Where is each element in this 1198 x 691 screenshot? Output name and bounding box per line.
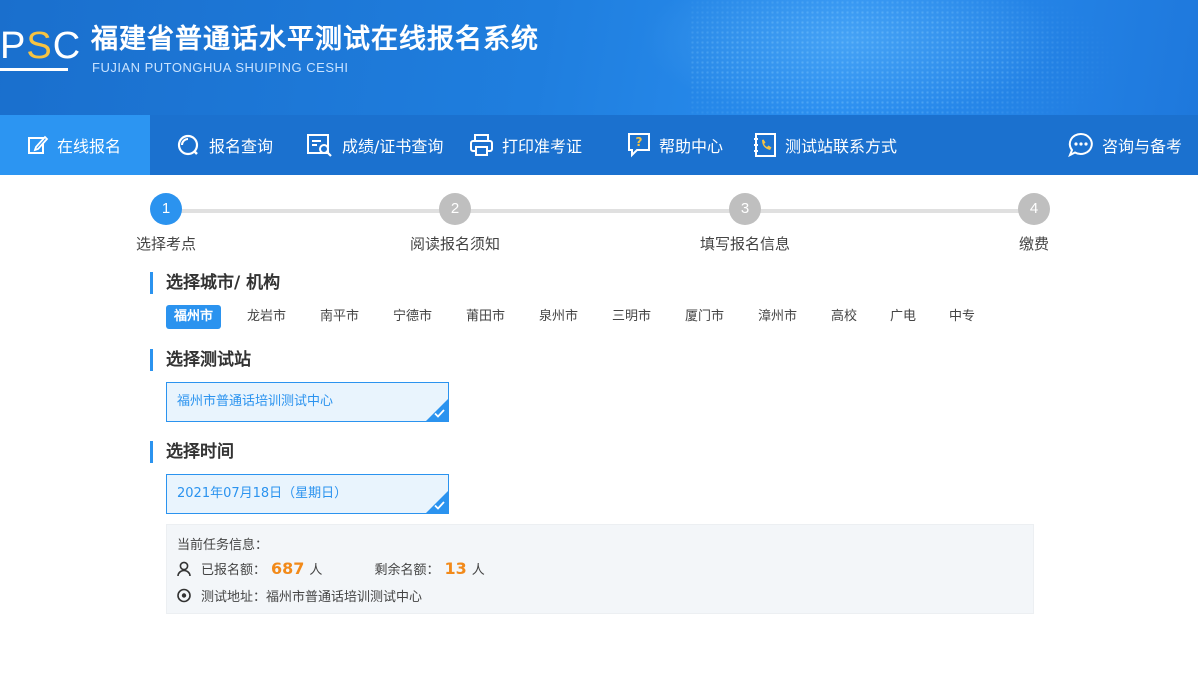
time-option-label: 2021年07月18日（星期日） (177, 486, 348, 501)
phone-book-icon (754, 133, 776, 157)
city-option-xiamen[interactable]: 厦门市 (685, 305, 724, 329)
section-title-station: 选择测试站 (150, 349, 251, 371)
nav-label: 帮助中心 (659, 137, 724, 156)
checkmark-icon (434, 501, 445, 510)
city-option-ningde[interactable]: 宁德市 (393, 305, 432, 329)
nav-label: 成绩/证书查询 (342, 137, 444, 156)
edit-icon (28, 135, 49, 154)
psc-logo[interactable]: PSC (0, 26, 80, 76)
address-label: 测试地址： (201, 590, 267, 605)
city-option-sanming[interactable]: 三明市 (612, 305, 651, 329)
nav-label: 咨询与备考 (1102, 137, 1183, 156)
nav-item-help-center[interactable]: ? 帮助中心 (627, 115, 723, 175)
world-map-dots (690, 0, 1198, 115)
site-subtitle: FUJIAN PUTONGHUA SHUIPING CESHI (92, 60, 349, 75)
section-title-time: 选择时间 (150, 441, 234, 463)
logo-underline (0, 68, 68, 71)
step-2-label: 阅读报名须知 (409, 235, 501, 253)
city-option-longyan[interactable]: 龙岩市 (247, 305, 286, 329)
user-icon (177, 561, 191, 576)
time-option-selected[interactable]: 2021年07月18日（星期日） (166, 474, 449, 514)
step-2-indicator: 2 (439, 193, 471, 225)
city-option-guangdian[interactable]: 广电 (890, 305, 916, 329)
task-info-quota-row: 已报名额： 687 人 剩余名额： 13 人 (177, 559, 485, 578)
registered-count: 687 (271, 559, 305, 578)
city-option-fuzhou[interactable]: 福州市 (166, 305, 222, 329)
chat-icon (1068, 132, 1093, 158)
city-option-nanping[interactable]: 南平市 (320, 305, 359, 329)
location-pin-icon (177, 588, 191, 602)
city-option-zhangzhou[interactable]: 漳州市 (758, 305, 797, 329)
nav-item-print-ticket[interactable]: 打印准考证 (469, 115, 582, 175)
site-header: PSC 福建省普通话水平测试在线报名系统 FUJIAN PUTONGHUA SH… (0, 0, 1198, 115)
registered-label: 已报名额： (201, 563, 267, 578)
nav-item-registration-query[interactable]: 报名查询 (176, 115, 273, 175)
task-info-heading: 当前任务信息： (177, 538, 269, 553)
nav-label: 在线报名 (57, 137, 122, 156)
city-option-quanzhou[interactable]: 泉州市 (539, 305, 578, 329)
step-3-indicator: 3 (729, 193, 761, 225)
main-nav: 在线报名 报名查询 成绩/证书查询 打印准考证 ? 帮助中心 测试站联系方式 咨… (0, 115, 1198, 175)
nav-label: 报名查询 (209, 137, 274, 156)
nav-item-online-registration[interactable]: 在线报名 (0, 115, 150, 175)
step-3-label: 填写报名信息 (699, 235, 791, 253)
steps-progress-line (166, 209, 1034, 213)
station-option-selected[interactable]: 福州市普通话培训测试中心 (166, 382, 449, 422)
city-option-universities[interactable]: 高校 (831, 305, 857, 329)
help-icon: ? (628, 133, 650, 158)
task-info-address-row: 测试地址： 福州市普通话培训测试中心 (177, 586, 422, 605)
remaining-count: 13 (444, 559, 467, 578)
task-info-panel: 当前任务信息： 已报名额： 687 人 剩余名额： 13 人 测试地址： 福州市… (166, 524, 1034, 614)
certificate-search-icon (307, 134, 332, 157)
station-option-label: 福州市普通话培训测试中心 (177, 394, 334, 409)
nav-item-station-contacts[interactable]: 测试站联系方式 (753, 115, 897, 175)
section-title-city: 选择城市/ 机构 (150, 272, 280, 294)
remaining-label: 剩余名额： (374, 563, 440, 578)
site-title: 福建省普通话水平测试在线报名系统 (91, 24, 539, 55)
checkmark-icon (434, 409, 445, 418)
nav-item-score-certificate[interactable]: 成绩/证书查询 (306, 115, 443, 175)
step-4-label: 缴费 (1018, 235, 1050, 253)
registered-unit: 人 (309, 563, 323, 578)
nav-item-consult-prep[interactable]: 咨询与备考 (1068, 115, 1182, 175)
search-icon (177, 134, 199, 155)
address-value: 福州市普通话培训测试中心 (266, 590, 423, 605)
step-4-indicator: 4 (1018, 193, 1050, 225)
nav-label: 测试站联系方式 (785, 137, 898, 156)
city-option-putian[interactable]: 莆田市 (466, 305, 505, 329)
city-option-zhongzhuan[interactable]: 中专 (949, 305, 975, 329)
svg-text:?: ? (636, 135, 643, 149)
logo-letters: PSC (0, 25, 82, 67)
printer-icon (470, 134, 493, 156)
nav-label: 打印准考证 (502, 137, 583, 156)
remaining-unit: 人 (471, 563, 485, 578)
step-1-indicator: 1 (150, 193, 182, 225)
step-1-label: 选择考点 (135, 235, 197, 253)
